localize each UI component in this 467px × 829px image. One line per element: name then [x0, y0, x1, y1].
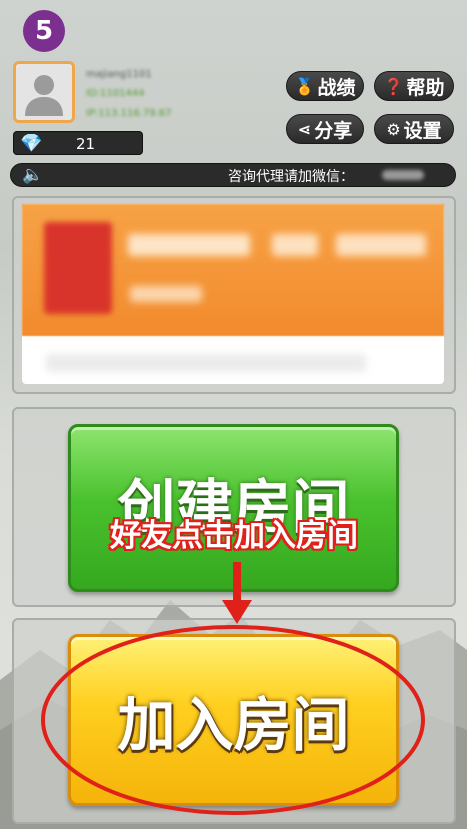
share-button-label: 分享 [314, 119, 353, 142]
wechat-id-redacted [382, 170, 424, 180]
tutorial-annotation-text: 好友点击加入房间 [110, 518, 358, 554]
avatar[interactable] [13, 61, 75, 123]
record-button[interactable]: 🏅 战绩 [286, 71, 364, 101]
promo-footer-redacted [46, 354, 366, 372]
user-silhouette-icon [16, 64, 72, 120]
help-button[interactable]: ❓ 帮助 [374, 71, 454, 101]
player-ip: IP:113.116.79.67 [86, 108, 172, 119]
promo-text-redacted [336, 234, 426, 256]
player-name: majiang1101 [86, 69, 152, 80]
help-button-label: 帮助 [406, 76, 445, 99]
share-button[interactable]: ⋖ 分享 [286, 114, 364, 144]
promo-text-redacted [130, 286, 202, 302]
speaker-icon: 🔈 [22, 165, 44, 185]
promo-text-redacted [128, 234, 250, 256]
medal-icon: 🏅 [294, 76, 315, 96]
diamond-count: 21 [76, 135, 96, 153]
player-id: ID:1101444 [86, 88, 145, 99]
announcement-text: 咨询代理请加微信： [228, 169, 354, 185]
settings-button[interactable]: ⚙ 设置 [374, 114, 454, 144]
diamond-add-icon[interactable]: 💎 [20, 133, 42, 154]
settings-button-label: 设置 [403, 119, 442, 142]
down-arrow-icon [222, 562, 252, 624]
promo-text-redacted [272, 234, 318, 256]
highlight-circle [41, 625, 425, 815]
step-number-badge: 5 [23, 10, 65, 52]
question-icon: ❓ [383, 76, 404, 96]
share-icon: ⋖ [297, 119, 312, 139]
gear-icon: ⚙ [386, 119, 401, 139]
red-envelope-icon [44, 222, 112, 314]
record-button-label: 战绩 [317, 76, 356, 99]
